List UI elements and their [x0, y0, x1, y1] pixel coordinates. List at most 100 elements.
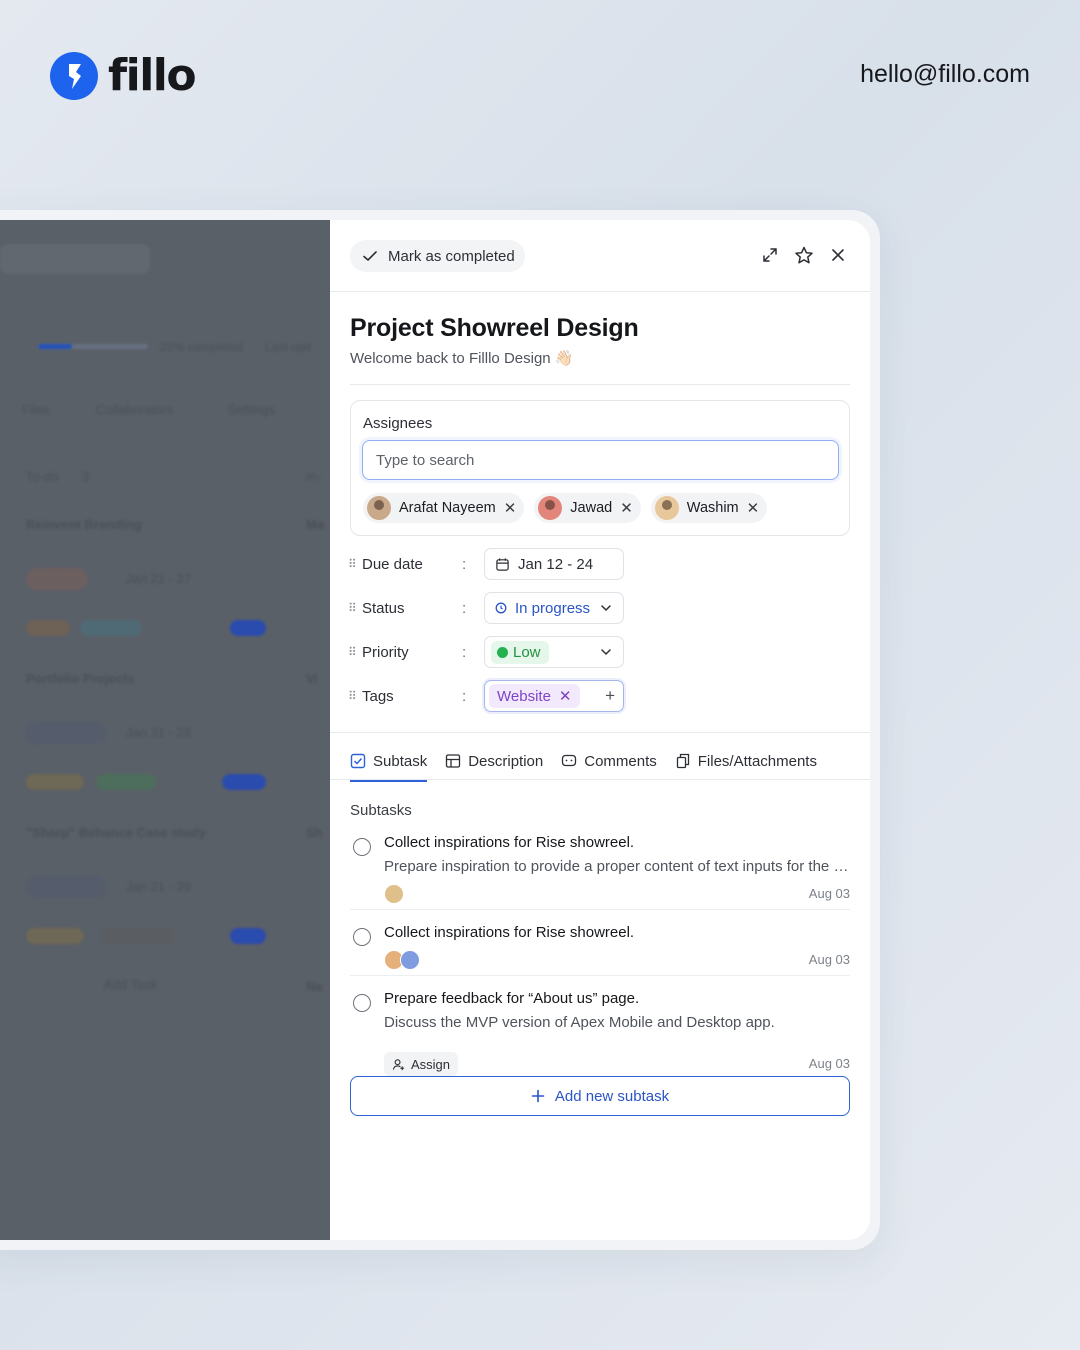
priority-select[interactable]: Low	[484, 636, 624, 668]
board-card2-title: Ma	[306, 517, 325, 532]
divider	[350, 909, 850, 910]
subtask-title: Prepare feedback for “About us” page.	[384, 990, 640, 1007]
board-card2-title: Vi	[306, 671, 319, 686]
subtask-item: Collect inspirations for Rise showreel. …	[350, 924, 850, 976]
board-count-badge	[222, 774, 266, 790]
status-dot-icon	[497, 646, 508, 658]
task-subtitle: Welcome back to Filllo Design 👋🏻	[350, 350, 574, 367]
tab-comments[interactable]: Comments	[561, 744, 657, 778]
status-field: ⠿ Status : In progress	[348, 592, 624, 624]
brand-logo: fillo	[50, 50, 197, 101]
subtask-item: Collect inspirations for Rise showreel. …	[350, 834, 850, 910]
board-search-field	[0, 244, 150, 274]
star-icon[interactable]	[794, 244, 814, 266]
priority-label: Priority	[362, 643, 409, 661]
due-date-value: Jan 12 - 24	[518, 555, 594, 573]
clock-icon	[495, 602, 507, 614]
subtask-date: Aug 03	[808, 886, 850, 901]
tab-subtask[interactable]: Subtask	[350, 744, 428, 782]
add-subtask-label: Add new subtask	[554, 1087, 670, 1105]
expand-icon[interactable]	[760, 244, 780, 266]
avatar	[367, 496, 391, 520]
due-date-picker[interactable]: Jan 12 - 24	[484, 548, 624, 580]
assignee-chip[interactable]: Washim ✕	[650, 493, 768, 523]
user-icon	[392, 1058, 405, 1070]
board-tag	[26, 928, 84, 944]
board-card-timeline: Jan 21 - 28	[126, 725, 192, 740]
priority-field: ⠿ Priority : Low	[348, 636, 624, 668]
tag-value: Website	[497, 687, 551, 705]
copy-icon	[676, 753, 689, 769]
board-card-title: "Sharp" Behance Case study	[26, 825, 206, 840]
assignees-label: Assignees	[363, 415, 433, 432]
drag-handle-icon[interactable]: ⠿	[348, 689, 362, 703]
tags-field: ⠿ Tags : Website ✕ +	[348, 680, 624, 712]
add-subtask-button[interactable]: Add new subtask	[350, 1076, 850, 1116]
assignee-chip[interactable]: Jawad ✕	[534, 493, 641, 523]
tag-chip[interactable]: Website ✕	[489, 684, 580, 708]
drag-handle-icon[interactable]: ⠿	[348, 645, 362, 659]
field-colon: :	[462, 687, 467, 705]
subtask-description: Discuss the MVP version of Apex Mobile a…	[384, 1014, 775, 1031]
board-nav-files: Files	[22, 402, 50, 417]
subtask-checkbox[interactable]	[353, 838, 371, 856]
avatar	[538, 496, 563, 520]
assignee-name: Arafat Nayeem	[399, 500, 496, 516]
subtask-checkbox[interactable]	[353, 994, 371, 1012]
field-colon: :	[462, 599, 467, 617]
board-column-title: To-do	[26, 469, 59, 484]
remove-assignee-icon[interactable]: ✕	[747, 499, 760, 517]
assignee-chip[interactable]: Arafat Nayeem ✕	[363, 493, 525, 523]
drag-handle-icon[interactable]: ⠿	[348, 557, 362, 571]
status-select[interactable]: In progress	[484, 592, 624, 624]
subtask-checkbox[interactable]	[353, 928, 371, 946]
comment-icon	[562, 754, 577, 767]
priority-value: Low	[513, 643, 541, 661]
avatar	[400, 950, 420, 970]
panel-topbar: Mark as completed	[330, 220, 870, 292]
board-tag	[96, 774, 156, 790]
subtask-title: Collect inspirations for Rise showreel.	[384, 834, 635, 851]
board-card-timeline: Jan 21 - 27	[126, 571, 192, 586]
fillo-logo-icon	[50, 51, 98, 100]
assign-button[interactable]: Assign	[384, 1052, 459, 1076]
checkbox-icon	[350, 753, 366, 769]
board-card-avatars	[26, 568, 88, 590]
board-card-avatars	[26, 722, 106, 744]
mark-completed-button[interactable]: Mark as completed	[350, 240, 525, 272]
plus-icon	[531, 1089, 545, 1103]
remove-assignee-icon[interactable]: ✕	[620, 499, 633, 517]
assignee-name: Jawad	[570, 500, 613, 516]
calendar-icon	[496, 557, 509, 571]
close-icon[interactable]	[828, 244, 848, 266]
field-colon: :	[462, 555, 467, 573]
assignee-search-input[interactable]	[362, 440, 839, 480]
subtask-title: Collect inspirations for Rise showreel.	[384, 924, 635, 941]
divider	[330, 779, 870, 780]
task-detail-panel: Mark as completed Project Showreel Desig…	[330, 220, 870, 1240]
tags-input[interactable]: Website ✕ +	[484, 680, 624, 712]
board-tag	[26, 774, 84, 790]
tags-label: Tags	[362, 687, 394, 705]
board-nav-settings: Settings	[228, 402, 275, 417]
task-title: Project Showreel Design	[350, 314, 639, 342]
field-colon: :	[462, 643, 467, 661]
board-tag	[80, 620, 142, 636]
tab-label: Description	[468, 752, 544, 770]
table-icon	[446, 754, 461, 768]
board-count-badge	[230, 928, 266, 944]
due-date-label: Due date	[362, 555, 423, 573]
divider	[350, 384, 850, 385]
tab-label: Comments	[584, 752, 657, 770]
board-last-update: Last upd	[265, 340, 312, 354]
board-nav-collaborators: Collaborators	[96, 402, 174, 417]
tab-files[interactable]: Files/Attachments	[675, 744, 817, 778]
add-tag-icon[interactable]: +	[605, 686, 615, 706]
remove-assignee-icon[interactable]: ✕	[504, 499, 517, 517]
board-tag	[26, 620, 70, 636]
drag-handle-icon[interactable]: ⠿	[348, 601, 362, 615]
tab-description[interactable]: Description	[445, 744, 543, 778]
assignee-name: Washim	[686, 500, 739, 516]
remove-tag-icon[interactable]: ✕	[559, 687, 572, 705]
contact-email[interactable]: hello@fillo.com	[860, 60, 1030, 89]
